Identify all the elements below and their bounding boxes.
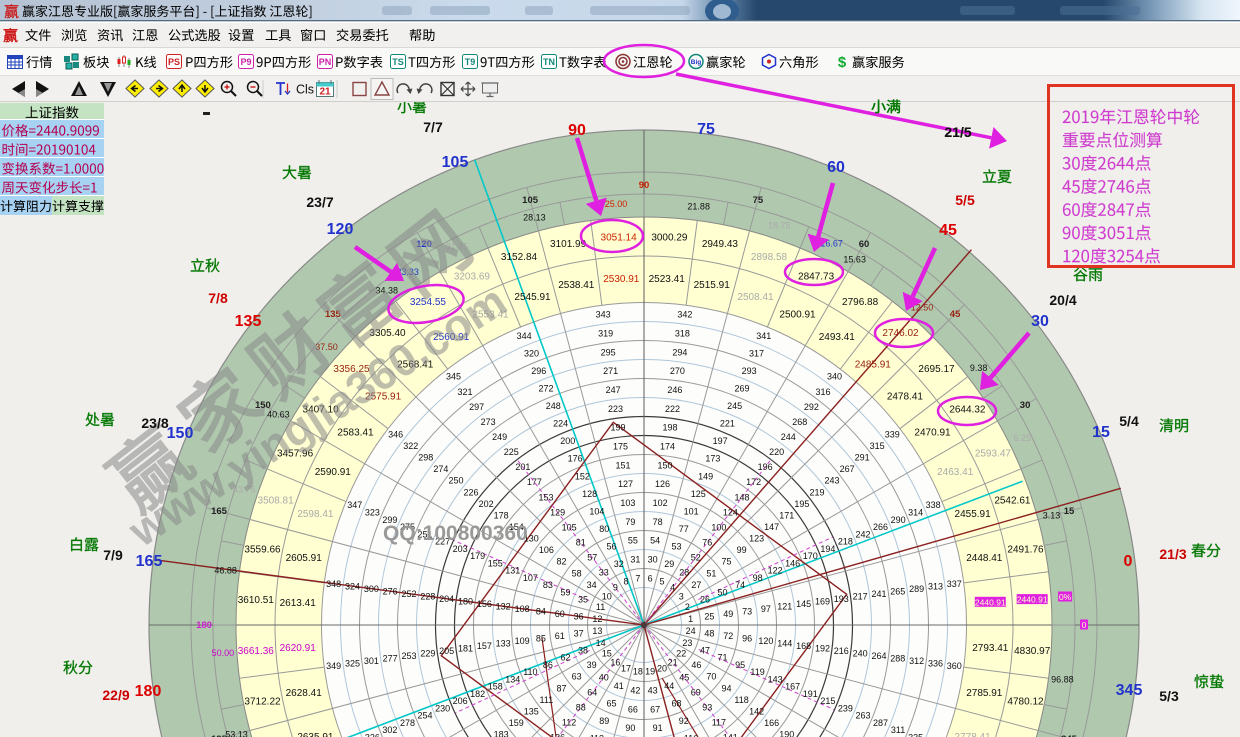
svg-text:Cls: Cls (296, 83, 314, 97)
svg-text:TN: TN (543, 57, 555, 67)
svg-text:21/5: 21/5 (944, 124, 971, 140)
svg-text:T9: T9 (465, 57, 476, 67)
svg-text:TS: TS (392, 57, 404, 67)
svg-text:21: 21 (319, 87, 331, 98)
svg-text:Big: Big (691, 59, 702, 66)
svg-text:$: $ (838, 54, 847, 71)
svg-text:PS: PS (168, 57, 180, 67)
svg-text:P9: P9 (240, 57, 251, 67)
svg-text:PN: PN (319, 57, 332, 67)
